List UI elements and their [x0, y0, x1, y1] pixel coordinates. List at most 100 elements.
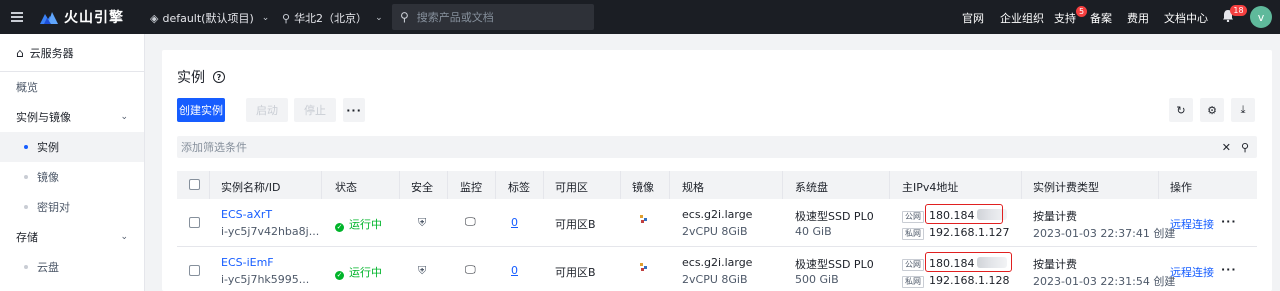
highlight-box — [925, 252, 1012, 272]
disk-size: 40 GiB — [795, 225, 832, 238]
volcano-logo-icon — [40, 12, 58, 24]
bullet-icon — [24, 145, 28, 149]
tag-count-link[interactable]: 0 — [511, 264, 518, 277]
instance-name-link[interactable]: ECS-aXrT — [221, 208, 272, 221]
docs-center-link[interactable]: 文档中心 — [1164, 10, 1208, 26]
remote-connect-link[interactable]: 远程连接 — [1170, 216, 1214, 232]
chevron-down-icon: ⌄ — [261, 13, 270, 23]
menu-icon[interactable] — [0, 0, 34, 34]
row-checkbox[interactable] — [189, 217, 200, 228]
filing-link[interactable]: 备案 — [1090, 10, 1112, 26]
tag-count-link[interactable]: 0 — [511, 216, 518, 229]
layers-icon: ◈ — [150, 11, 159, 25]
created-time: 2023-01-03 22:31:54 创建 — [1033, 275, 1176, 288]
col-name[interactable]: 实例名称/ID — [221, 179, 280, 195]
bullet-icon — [24, 265, 28, 269]
sidebar-item-label: 实例 — [37, 141, 59, 154]
create-instance-button[interactable]: 创建实例 — [177, 98, 225, 122]
instance-name-link[interactable]: ECS-iEmF — [221, 256, 274, 269]
support-badge: 5 — [1076, 6, 1087, 17]
sidebar-item-keypairs[interactable]: 密钥对 — [0, 192, 144, 222]
sidebar-item-label: 概览 — [16, 81, 38, 94]
clear-icon[interactable]: ✕ — [1222, 141, 1231, 154]
search-icon: ⚲ — [400, 10, 409, 24]
col-security: 安全 — [411, 181, 433, 194]
billing-type: 按量计费 — [1033, 210, 1077, 223]
bullet-icon — [24, 205, 28, 209]
row-checkbox[interactable] — [189, 265, 200, 276]
billing-link[interactable]: 费用 — [1127, 10, 1149, 26]
search-icon[interactable]: ⚲ — [1241, 141, 1249, 154]
more-actions-button[interactable]: ··· — [343, 98, 365, 122]
user-avatar[interactable]: v — [1250, 6, 1272, 28]
sidebar-item-disks[interactable]: 云盘 — [0, 252, 144, 282]
col-monitor: 监控 — [460, 181, 482, 194]
filter-input[interactable]: 添加筛选条件 ✕ ⚲ — [177, 136, 1257, 158]
start-button[interactable]: 启动 — [246, 98, 288, 122]
bullet-icon — [24, 175, 28, 179]
shield-icon[interactable]: ⛨ — [418, 264, 426, 278]
private-ip-tag: 私网 — [902, 228, 924, 240]
private-ip-value: 192.168.1.127 — [929, 226, 1010, 239]
disk-type: 极速型SSD PL0 — [795, 258, 874, 271]
organization-link[interactable]: 企业组织 — [1000, 10, 1044, 26]
row-more-button[interactable]: ··· — [1221, 263, 1237, 276]
sidebar-item-instances[interactable]: 实例 — [0, 132, 144, 162]
shield-icon[interactable]: ⛨ — [418, 216, 426, 230]
global-search-input[interactable]: ⚲ 搜索产品或文档 — [392, 4, 594, 30]
settings-gear-icon[interactable]: ⚙ — [1200, 98, 1224, 122]
col-status[interactable]: 状态 — [335, 179, 357, 195]
spec-value: ecs.g2i.large — [682, 256, 753, 269]
private-ip-value: 192.168.1.128 — [929, 274, 1010, 287]
refresh-icon[interactable]: ↻ — [1169, 98, 1193, 122]
spec-value: ecs.g2i.large — [682, 208, 753, 221]
check-circle-icon: ✓ — [335, 223, 344, 232]
public-ip-tag: 公网 — [902, 211, 924, 223]
private-ip-tag: 私网 — [902, 276, 924, 288]
main-panel: 实例 ? 创建实例 启动 停止 ··· ↻ ⚙ ⤓ 添加筛选条件 ✕ ⚲ 实例名… — [162, 50, 1272, 291]
notification-badge: 18 — [1230, 5, 1247, 16]
monitor-icon[interactable]: 🖵 — [465, 215, 476, 229]
select-all-checkbox[interactable] — [189, 179, 200, 190]
col-billing-type[interactable]: 实例计费类型 — [1033, 179, 1099, 195]
sidebar-item-overview[interactable]: 概览 — [0, 72, 144, 102]
sidebar-item-label: 实例与镜像 — [16, 111, 71, 124]
created-time: 2023-01-03 22:37:41 创建 — [1033, 227, 1176, 240]
col-tags: 标签 — [508, 181, 530, 194]
project-selector[interactable]: ◈ default(默认项目) ⌄ — [150, 10, 269, 26]
col-spec[interactable]: 规格 — [682, 179, 704, 195]
table-row[interactable]: ECS-aXrT i-yc5j7v42hba8j... ✓ 运行中 ⛨ 🖵 0 可… — [177, 199, 1257, 247]
sidebar-item-label: 密钥对 — [37, 201, 70, 214]
check-circle-icon: ✓ — [335, 271, 344, 280]
monitor-icon[interactable]: 🖵 — [465, 263, 476, 277]
table-header: 实例名称/ID 状态 安全 监控 标签 可用区 镜像 规格 系统盘 主IPv4地… — [177, 171, 1257, 199]
download-icon[interactable]: ⤓ — [1231, 98, 1255, 122]
cloud-server-icon: ⌂ — [16, 45, 24, 60]
table-row[interactable]: ECS-iEmF i-yc5j7hk5995... ✓ 运行中 ⛨ 🖵 0 可用区… — [177, 247, 1257, 291]
private-ip: 私网 192.168.1.127 — [902, 226, 1009, 240]
col-zone[interactable]: 可用区 — [555, 179, 588, 195]
help-icon[interactable]: ? — [213, 71, 225, 83]
row-more-button[interactable]: ··· — [1221, 215, 1237, 228]
sidebar-item-label: 云盘 — [37, 261, 59, 274]
sidebar-group-storage[interactable]: 存储 ⌄ — [0, 222, 144, 252]
region-label: 华北2（北京） — [294, 12, 368, 25]
col-system-disk: 系统盘 — [795, 181, 828, 194]
support-link[interactable]: 支持 — [1054, 10, 1076, 26]
disk-size: 500 GiB — [795, 273, 839, 286]
stop-button[interactable]: 停止 — [294, 98, 336, 122]
official-site-link[interactable]: 官网 — [962, 10, 984, 26]
zone-value: 可用区B — [555, 266, 596, 279]
chevron-down-icon: ⌄ — [120, 112, 128, 122]
instance-id: i-yc5j7v42hba8j... — [221, 225, 320, 238]
brand-logo[interactable]: 火山引擎 — [40, 7, 136, 27]
sidebar-item-label: 镜像 — [37, 171, 59, 184]
sidebar-group-instances-images[interactable]: 实例与镜像 ⌄ — [0, 102, 144, 132]
highlight-box — [925, 204, 1003, 224]
status-label: 运行中 — [349, 266, 382, 279]
sidebar: ⌂ 云服务器 概览 实例与镜像 ⌄ 实例 镜像 密钥对 存储 ⌄ 云盘 — [0, 34, 145, 291]
region-selector[interactable]: ⚲ 华北2（北京） ⌄ — [282, 10, 383, 26]
brand-name: 火山引擎 — [64, 10, 124, 26]
remote-connect-link[interactable]: 远程连接 — [1170, 264, 1214, 280]
sidebar-item-images[interactable]: 镜像 — [0, 162, 144, 192]
